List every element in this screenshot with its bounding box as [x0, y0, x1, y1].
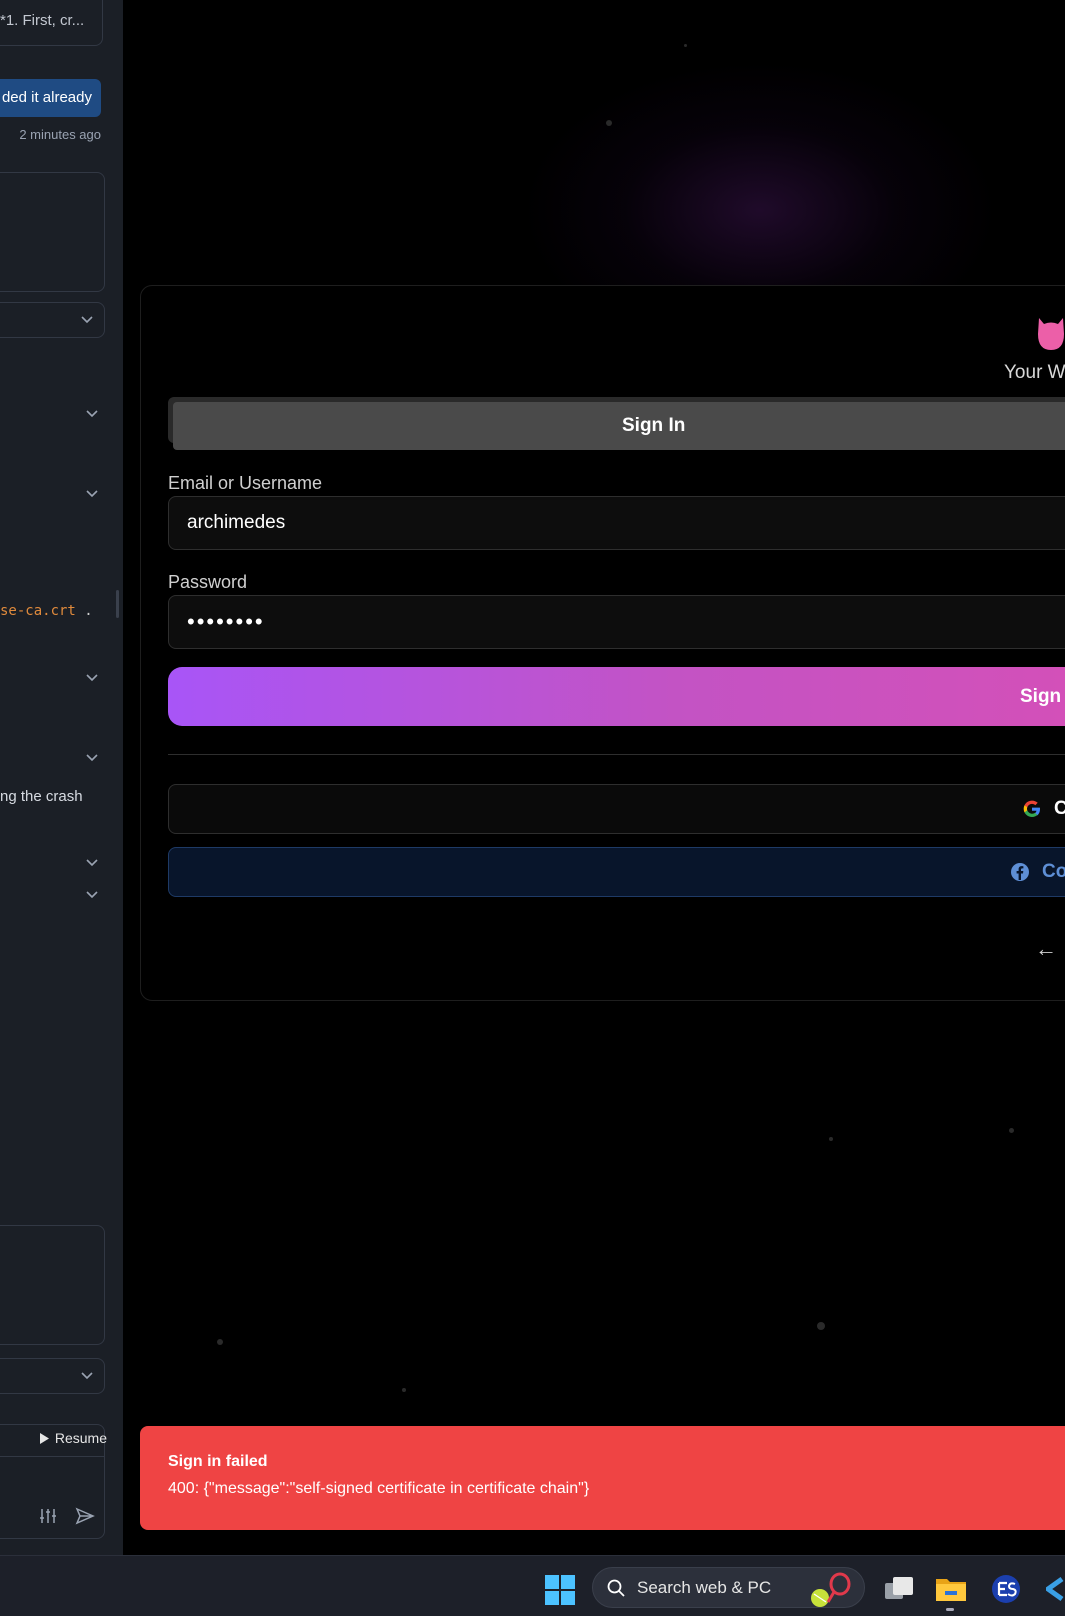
- background-star: [829, 1137, 833, 1141]
- tab-sign-in[interactable]: Sign In: [173, 402, 1065, 450]
- google-signin-button[interactable]: C: [168, 784, 1065, 834]
- file-explorer-icon[interactable]: [935, 1573, 967, 1605]
- chevron-up-icon[interactable]: [80, 0, 90, 6]
- chat-input[interactable]: [0, 1456, 105, 1539]
- app-tagline: Your W: [1004, 362, 1065, 383]
- facebook-label: Co: [1042, 861, 1065, 882]
- google-icon: [1023, 800, 1040, 817]
- background-star: [684, 44, 687, 47]
- panel-resize-handle[interactable]: [116, 590, 119, 618]
- code-filename: se-ca.crt: [0, 603, 76, 619]
- resume-button[interactable]: Resume: [39, 1430, 107, 1446]
- chevron-down-icon[interactable]: [81, 316, 93, 326]
- user-message-bubble: ded it already: [0, 79, 101, 117]
- facebook-signin-button[interactable]: Co: [168, 847, 1065, 897]
- send-icon[interactable]: [75, 1506, 95, 1526]
- facebook-icon: [1011, 863, 1029, 881]
- tennis-widget-icon[interactable]: [808, 1572, 856, 1608]
- message-snippet: *1. First, cr...: [0, 12, 85, 29]
- everything-search-icon[interactable]: [990, 1573, 1022, 1605]
- background-star: [817, 1322, 825, 1330]
- resume-label: Resume: [54, 1430, 107, 1446]
- google-label: C: [1054, 798, 1065, 819]
- toast-message: 400: {"message":"self-signed certificate…: [168, 1480, 590, 1497]
- panel-edge: [117, 0, 123, 1555]
- email-field[interactable]: archimedes: [168, 496, 1065, 550]
- chevron-down-icon[interactable]: [86, 891, 98, 901]
- divider: [168, 754, 1065, 755]
- chevron-down-icon[interactable]: [86, 410, 98, 420]
- error-toast: [140, 1426, 1065, 1530]
- chevron-down-icon[interactable]: [86, 859, 98, 869]
- code-period: .: [84, 603, 93, 619]
- response-card: [0, 1225, 105, 1345]
- email-label: Email or Username: [168, 473, 323, 493]
- back-link[interactable]: ←: [1035, 936, 1057, 962]
- windows-start-icon[interactable]: [545, 1575, 575, 1605]
- play-icon: [39, 1432, 49, 1444]
- sign-in-button[interactable]: Sign: [168, 667, 1065, 726]
- app-logo: [1036, 314, 1065, 352]
- chevron-down-icon[interactable]: [86, 490, 98, 500]
- background-star: [1009, 1128, 1014, 1133]
- task-view-icon[interactable]: [883, 1573, 915, 1605]
- active-app-indicator: [946, 1608, 954, 1611]
- vscode-icon[interactable]: [1043, 1573, 1065, 1605]
- chevron-down-icon[interactable]: [86, 674, 98, 684]
- chat-panel: *1. First, cr... ded it already 2 minute…: [0, 0, 117, 1555]
- password-label: Password: [168, 572, 248, 592]
- inline-code: se-ca.crt .: [0, 603, 93, 619]
- message-timestamp: 2 minutes ago: [19, 127, 101, 142]
- password-field[interactable]: ••••••••: [168, 595, 1065, 649]
- settings-sliders-icon[interactable]: [38, 1506, 58, 1526]
- toast-title: Sign in failed: [168, 1453, 268, 1470]
- search-icon: [607, 1579, 625, 1597]
- chevron-down-icon[interactable]: [86, 754, 98, 764]
- search-placeholder: Search web & PC: [637, 1577, 772, 1597]
- chevron-down-icon[interactable]: [81, 1372, 93, 1382]
- response-card: [0, 172, 105, 292]
- background-star: [402, 1388, 406, 1392]
- message-text: ng the crash: [0, 788, 83, 805]
- background-star: [217, 1339, 223, 1345]
- background-star: [606, 120, 612, 126]
